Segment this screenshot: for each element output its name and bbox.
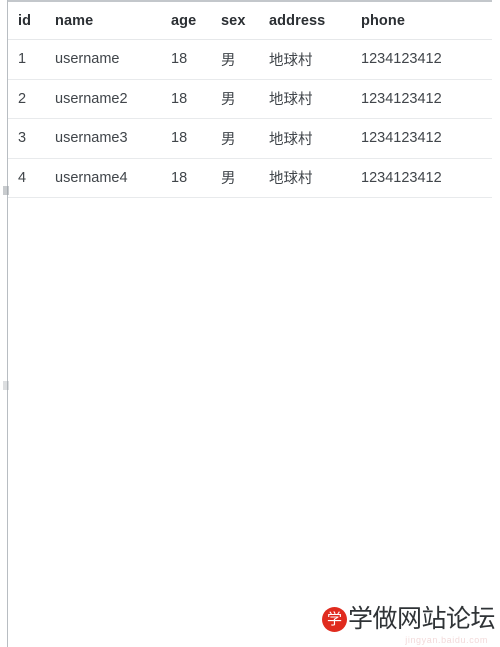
- cell-name: username: [45, 39, 161, 80]
- user-table: id name age sex address phone 1 username…: [8, 0, 492, 198]
- column-header-name[interactable]: name: [45, 0, 161, 40]
- watermark-logo-icon: 学: [321, 606, 347, 632]
- user-table-container: id name age sex address phone 1 username…: [8, 0, 492, 198]
- cell-phone: 1234123412: [351, 158, 492, 198]
- cell-id: 3: [8, 118, 45, 159]
- cell-sex: 男: [211, 158, 259, 198]
- cell-name: username4: [45, 158, 161, 198]
- cell-age: 18: [161, 39, 211, 80]
- cell-address: 地球村: [259, 39, 351, 80]
- cell-age: 18: [161, 118, 211, 159]
- column-header-id[interactable]: id: [8, 0, 45, 40]
- cell-address: 地球村: [259, 118, 351, 159]
- table-row[interactable]: 4 username4 18 男 地球村 1234123412: [8, 158, 492, 198]
- watermark-url: jingyan.baidu.com: [405, 635, 488, 645]
- site-watermark: 学 学做网站论坛: [321, 605, 496, 633]
- table-row[interactable]: 2 username2 18 男 地球村 1234123412: [8, 79, 492, 119]
- cell-id: 4: [8, 158, 45, 198]
- column-header-phone[interactable]: phone: [351, 0, 492, 40]
- cell-id: 1: [8, 39, 45, 80]
- cell-phone: 1234123412: [351, 79, 492, 119]
- cell-address: 地球村: [259, 79, 351, 119]
- cell-sex: 男: [211, 39, 259, 80]
- table-body: 1 username 18 男 地球村 1234123412 2 usernam…: [8, 39, 492, 198]
- cell-age: 18: [161, 79, 211, 119]
- column-header-sex[interactable]: sex: [211, 0, 259, 40]
- table-header-row: id name age sex address phone: [8, 0, 492, 40]
- column-header-address[interactable]: address: [259, 0, 351, 40]
- table-row[interactable]: 3 username3 18 男 地球村 1234123412: [8, 118, 492, 159]
- cell-name: username2: [45, 79, 161, 119]
- column-header-age[interactable]: age: [161, 0, 211, 40]
- cell-address: 地球村: [259, 158, 351, 198]
- scroll-nub-lower[interactable]: [3, 381, 9, 390]
- cell-phone: 1234123412: [351, 39, 492, 80]
- cell-sex: 男: [211, 79, 259, 119]
- cell-phone: 1234123412: [351, 118, 492, 159]
- cell-sex: 男: [211, 118, 259, 159]
- watermark-label: 学做网站论坛: [347, 605, 496, 633]
- cell-name: username3: [45, 118, 161, 159]
- table-row[interactable]: 1 username 18 男 地球村 1234123412: [8, 39, 492, 80]
- cell-id: 2: [8, 79, 45, 119]
- cell-age: 18: [161, 158, 211, 198]
- table-header: id name age sex address phone: [8, 0, 492, 40]
